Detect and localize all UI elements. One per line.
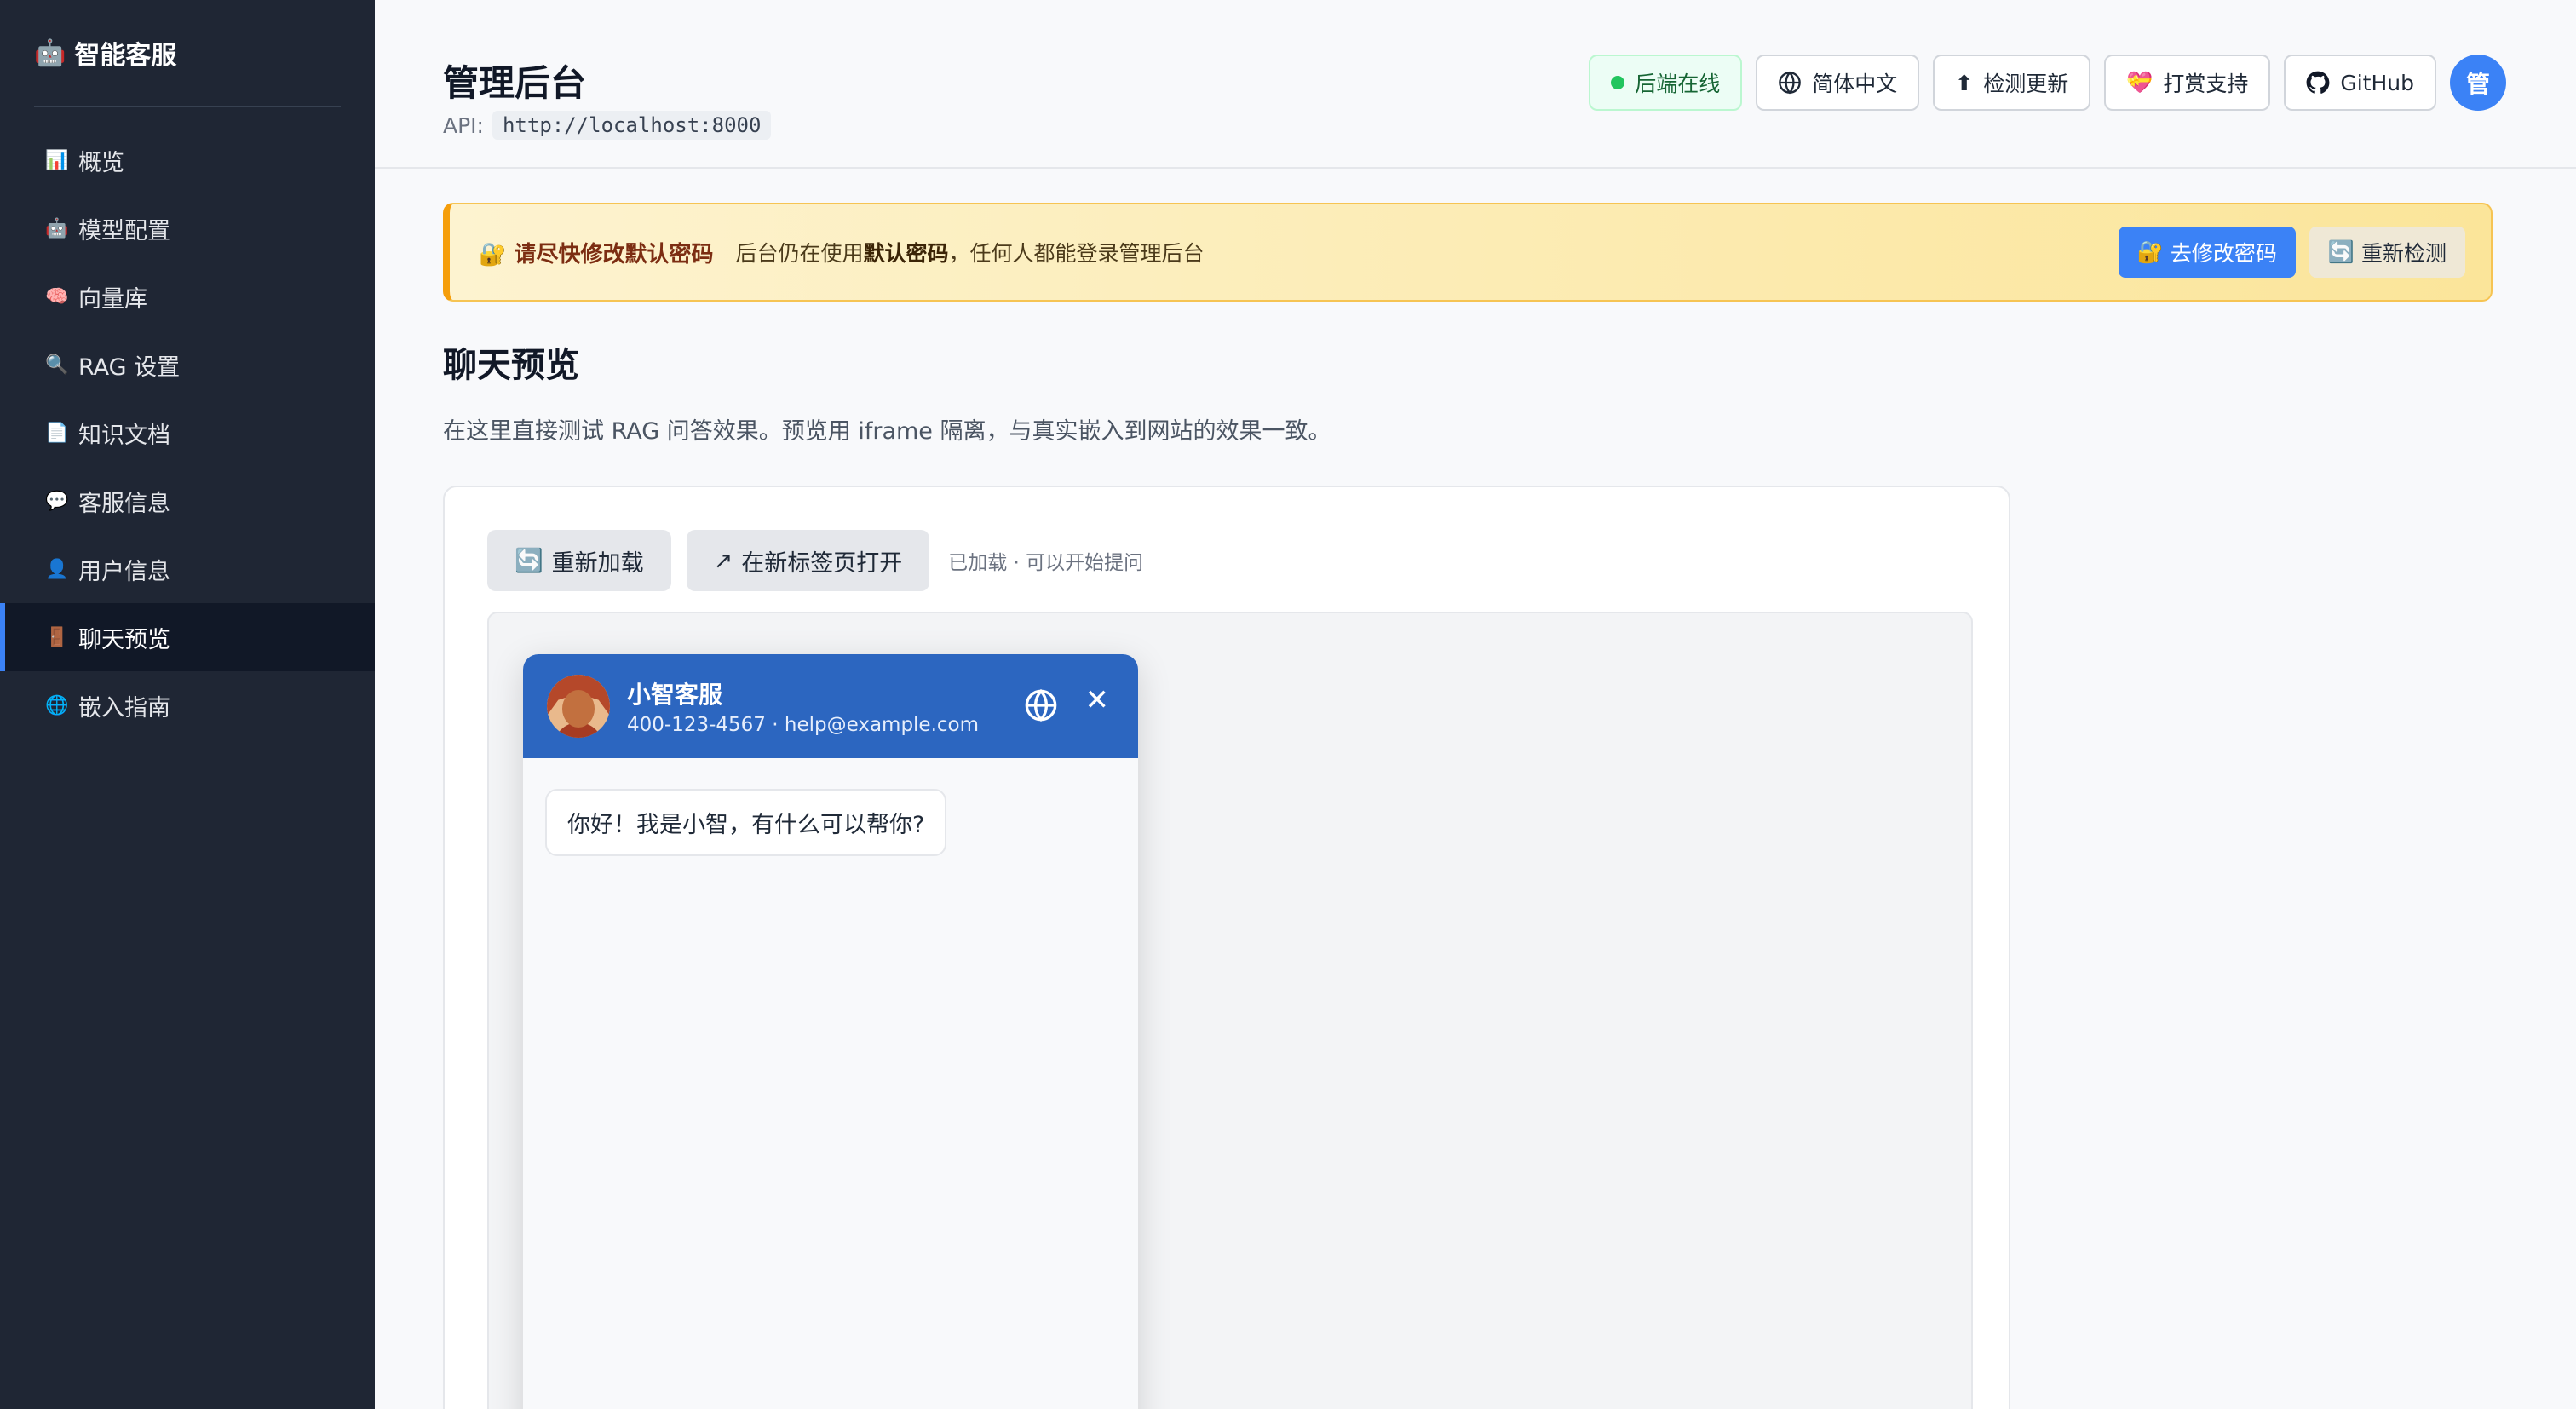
chat-widget-header: 小智客服 400-123-4567 · help@example.com ✕	[523, 654, 1138, 758]
brand-title: 智能客服	[74, 41, 177, 71]
api-label: API:	[443, 112, 484, 138]
change-password-label: 去修改密码	[2170, 241, 2277, 266]
reload-label: 重新加载	[551, 549, 644, 577]
support-button[interactable]: 💝 打赏支持	[2104, 55, 2271, 111]
language-button[interactable]: 简体中文	[1756, 55, 1920, 111]
github-label: GitHub	[2340, 70, 2414, 95]
banner-actions: 🔐 去修改密码 🔄 重新检测	[2118, 227, 2465, 278]
warning-text-suffix: ，任何人都能登录管理后台	[948, 241, 1205, 266]
sidebar-item-0[interactable]: 📊 概览	[0, 126, 375, 194]
lock-key-icon: 🔐	[2136, 239, 2164, 264]
agent-contact: 400-123-4567 · help@example.com	[627, 714, 980, 736]
warning-text-prefix: 后台仍在使用	[735, 241, 864, 266]
backend-status-badge: 后端在线	[1589, 55, 1743, 111]
github-icon	[2306, 71, 2330, 94]
sidebar-item-6[interactable]: 👤 用户信息	[0, 535, 375, 603]
brand: 🤖 智能客服	[34, 0, 341, 107]
api-url: http://localhost:8000	[492, 111, 772, 140]
recheck-label: 重新检测	[2360, 241, 2447, 266]
close-icon[interactable]: ✕	[1085, 683, 1110, 717]
lock-key-icon: 🔐	[479, 241, 507, 267]
warning-message: 后台仍在使用默认密码，任何人都能登录管理后台	[735, 237, 1204, 267]
warning-title: 🔐 请尽快修改默认密码	[479, 237, 713, 268]
preview-toolbar: 🔄 重新加载 ↗ 在新标签页打开 已加载 · 可以开始提问	[487, 530, 1143, 591]
globe-icon[interactable]	[1024, 688, 1058, 722]
page-title: 管理后台	[443, 62, 587, 104]
sidebar-item-3[interactable]: 🔍 RAG 设置	[0, 331, 375, 399]
brain-icon: 🧠	[45, 285, 69, 308]
main-content: 管理后台 API: http://localhost:8000 后端在线 简体中…	[375, 0, 2576, 1409]
sidebar-item-8[interactable]: 🌐 嵌入指南	[0, 671, 375, 739]
change-password-button[interactable]: 🔐 去修改密码	[2118, 227, 2296, 278]
agent-name: 小智客服	[627, 681, 723, 709]
language-label: 简体中文	[1812, 72, 1898, 96]
preview-status: 已加载 · 可以开始提问	[948, 552, 1144, 574]
check-update-button[interactable]: ⬆ 检测更新	[1933, 55, 2091, 111]
check-update-label: 检测更新	[1983, 72, 2069, 96]
github-button[interactable]: GitHub	[2284, 55, 2436, 111]
support-label: 打赏支持	[2163, 72, 2249, 96]
external-arrow-icon: ↗	[713, 547, 733, 574]
chat-widget: 小智客服 400-123-4567 · help@example.com ✕ 你…	[523, 654, 1138, 1409]
sidebar-item-label: 概览	[78, 149, 124, 176]
door-icon: 🚪	[45, 626, 69, 648]
sidebar-item-label: 知识文档	[78, 422, 170, 449]
reload-button[interactable]: 🔄 重新加载	[487, 530, 671, 591]
refresh-icon: 🔄	[515, 548, 543, 574]
sidebar-nav: 📊 概览 🤖 模型配置 🧠 向量库 🔍 RAG 设置 📄 知识文档 💬 客服信息 👤 用户信息 🚪 聊天预览 🌐…	[0, 126, 375, 739]
user-icon: 👤	[45, 558, 69, 580]
document-icon: 📄	[45, 422, 69, 444]
backend-status-label: 后端在线	[1635, 72, 1721, 96]
warning-text-bold: 默认密码	[863, 241, 949, 266]
sidebar-item-label: RAG 设置	[78, 354, 181, 381]
sidebar-item-4[interactable]: 📄 知识文档	[0, 399, 375, 467]
refresh-icon: 🔄	[2327, 239, 2355, 264]
section-description: 在这里直接测试 RAG 问答效果。预览用 iframe 隔离，与真实嵌入到网站的…	[443, 418, 1331, 445]
avatar[interactable]: 管	[2450, 55, 2506, 111]
default-password-warning: 🔐 请尽快修改默认密码 后台仍在使用默认密码，任何人都能登录管理后台 🔐 去修改…	[443, 203, 2493, 302]
sidebar-item-label: 聊天预览	[78, 626, 170, 653]
globe-icon: 🌐	[45, 694, 69, 716]
sidebar-item-7[interactable]: 🚪 聊天预览	[0, 603, 375, 671]
sidebar-item-label: 客服信息	[78, 490, 170, 517]
agent-avatar	[547, 675, 610, 738]
app: 🤖 智能客服 📊 概览 🤖 模型配置 🧠 向量库 🔍 RAG 设置 📄 知识文档 💬 客服信息 👤 用户信…	[0, 0, 2576, 1409]
preview-iframe[interactable]: 小智客服 400-123-4567 · help@example.com ✕ 你…	[487, 612, 1973, 1409]
sidebar-item-2[interactable]: 🧠 向量库	[0, 262, 375, 331]
sidebar-item-label: 用户信息	[78, 558, 170, 585]
sidebar-item-label: 向量库	[78, 285, 147, 313]
heart-hands-icon: 💝	[2126, 70, 2153, 95]
warning-title-text: 请尽快修改默认密码	[514, 241, 714, 267]
header-actions: 后端在线 简体中文 ⬆ 检测更新 💝 打赏支持 GitHub 管	[1589, 55, 2506, 111]
chart-icon: 📊	[45, 149, 69, 171]
greeting-message: 你好！我是小智，有什么可以帮你?	[545, 789, 947, 856]
robot-icon: 🤖	[34, 37, 66, 68]
top-header: 管理后台 API: http://localhost:8000 后端在线 简体中…	[375, 0, 2576, 169]
robot-icon: 🤖	[45, 217, 69, 239]
sidebar: 🤖 智能客服 📊 概览 🤖 模型配置 🧠 向量库 🔍 RAG 设置 📄 知识文档 💬 客服信息 👤 用户信…	[0, 0, 375, 1409]
globe-icon	[1779, 71, 1802, 95]
agent-info: 小智客服 400-123-4567 · help@example.com	[627, 676, 979, 736]
chat-bubble-icon: 💬	[45, 490, 69, 512]
api-line: API: http://localhost:8000	[443, 111, 772, 140]
sidebar-item-5[interactable]: 💬 客服信息	[0, 467, 375, 535]
sidebar-item-label: 嵌入指南	[78, 694, 170, 722]
status-dot-icon	[1611, 76, 1625, 89]
sidebar-item-1[interactable]: 🤖 模型配置	[0, 194, 375, 262]
open-new-tab-label: 在新标签页打开	[741, 549, 903, 577]
arrow-up-icon: ⬆	[1955, 70, 1974, 95]
open-new-tab-button[interactable]: ↗ 在新标签页打开	[686, 530, 930, 591]
search-icon: 🔍	[45, 354, 69, 376]
recheck-button[interactable]: 🔄 重新检测	[2309, 227, 2465, 278]
section-title: 聊天预览	[443, 346, 579, 385]
sidebar-item-label: 模型配置	[78, 217, 170, 244]
preview-card: 🔄 重新加载 ↗ 在新标签页打开 已加载 · 可以开始提问 小智客服 400-1…	[443, 486, 2010, 1409]
